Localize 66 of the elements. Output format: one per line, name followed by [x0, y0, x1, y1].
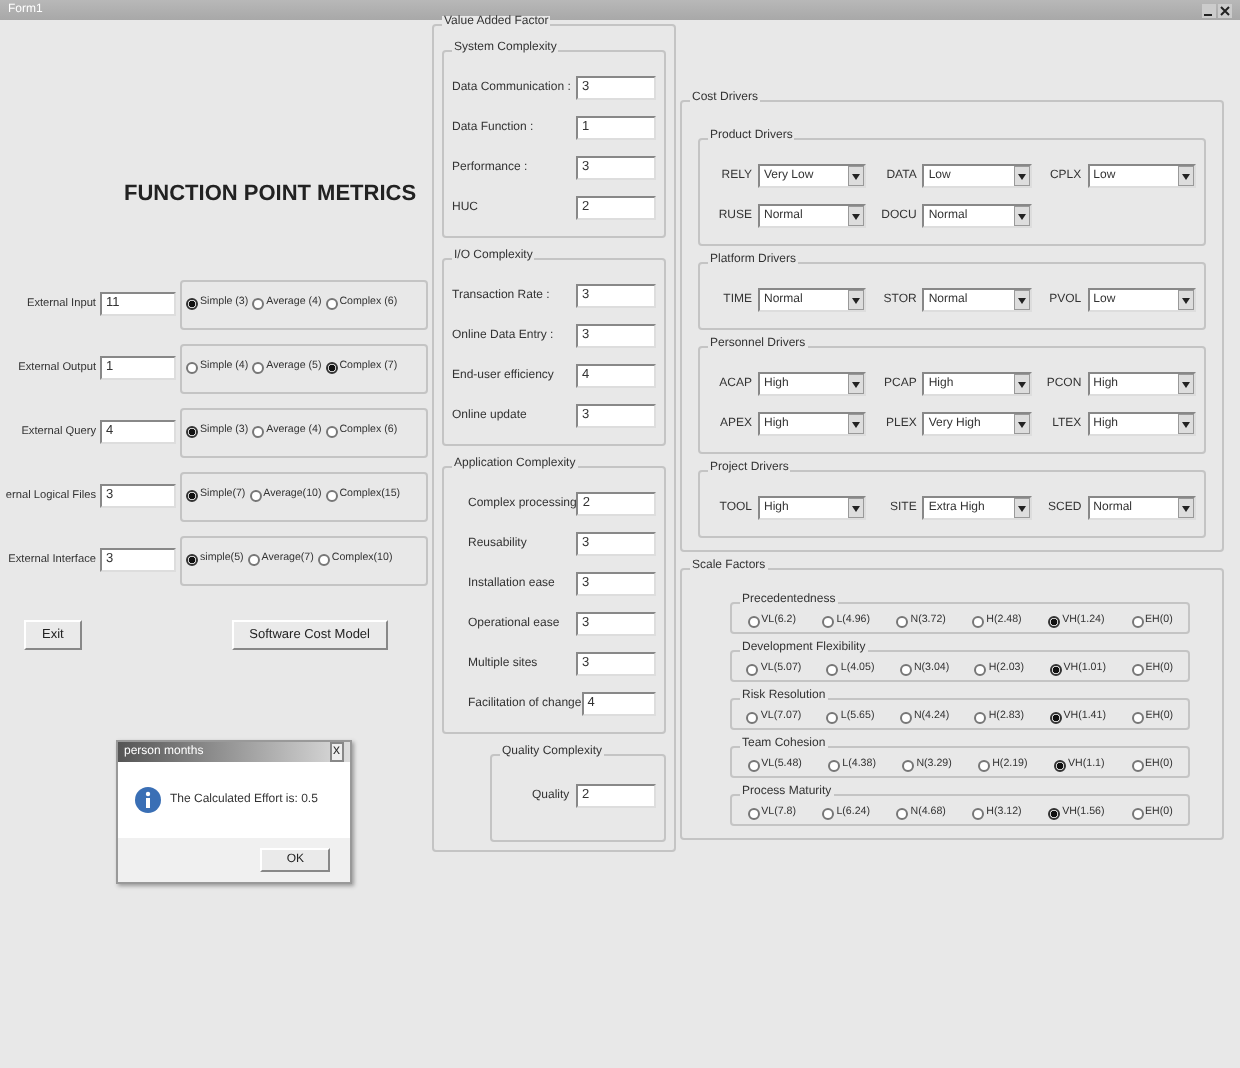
dropdown-arrow-icon[interactable]: [1177, 166, 1194, 186]
radio-icon[interactable]: [249, 490, 262, 503]
radio-icon[interactable]: [899, 664, 912, 676]
radio-icon[interactable]: [186, 298, 198, 311]
radio-icon[interactable]: [1048, 616, 1061, 628]
radio-icon[interactable]: [1131, 760, 1143, 772]
radio-icon[interactable]: [1049, 712, 1062, 724]
close-icon[interactable]: [1218, 3, 1232, 17]
radio-icon[interactable]: [317, 554, 330, 567]
radio-icon[interactable]: [1054, 760, 1067, 772]
dropdown-arrow-icon[interactable]: [848, 498, 865, 518]
radio-icon[interactable]: [896, 616, 909, 628]
minimize-icon[interactable]: [1202, 3, 1216, 17]
radio-icon[interactable]: [252, 298, 265, 311]
radio-icon[interactable]: [746, 712, 759, 724]
dropdown-arrow-icon[interactable]: [1013, 498, 1030, 518]
dropdown-arrow-icon[interactable]: [1177, 290, 1194, 310]
radio-icon[interactable]: [826, 712, 839, 724]
radio-icon[interactable]: [974, 712, 987, 724]
radio-icon[interactable]: [972, 808, 985, 820]
dropdown-arrow-icon[interactable]: [1177, 414, 1194, 434]
radio-icon[interactable]: [1131, 808, 1143, 820]
radio-icon[interactable]: [978, 760, 991, 772]
dropdown-arrow-icon[interactable]: [848, 290, 865, 310]
radio-icon[interactable]: [1131, 664, 1144, 676]
radio-icon[interactable]: [822, 808, 835, 820]
page-heading: FUNCTION POINT METRICS: [124, 180, 417, 209]
radio-icon[interactable]: [186, 554, 198, 567]
radio-icon[interactable]: [896, 808, 909, 820]
dropdown-arrow-icon[interactable]: [848, 374, 865, 394]
dropdown-arrow-icon[interactable]: [1177, 374, 1194, 394]
radio-icon[interactable]: [902, 760, 915, 772]
radio-icon[interactable]: [826, 664, 839, 676]
dropdown-arrow-icon[interactable]: [1177, 498, 1194, 518]
radio-icon[interactable]: [822, 616, 835, 628]
radio-icon[interactable]: [972, 616, 985, 628]
radio-icon[interactable]: [1131, 616, 1143, 628]
radio-icon[interactable]: [325, 298, 338, 311]
dropdown-arrow-icon[interactable]: [848, 414, 865, 434]
dropdown-arrow-icon[interactable]: [848, 166, 865, 186]
radio-icon[interactable]: [325, 490, 338, 503]
radio-icon[interactable]: [899, 712, 912, 724]
radio-icon[interactable]: [186, 362, 198, 375]
dropdown-arrow-icon[interactable]: [1013, 206, 1030, 226]
radio-icon[interactable]: [746, 664, 759, 676]
radio-icon[interactable]: [325, 362, 338, 375]
dropdown-arrow-icon[interactable]: [1013, 374, 1030, 394]
radio-icon[interactable]: [247, 554, 260, 567]
radio-icon[interactable]: [325, 426, 338, 439]
radio-icon[interactable]: [747, 616, 760, 628]
radio-icon[interactable]: [747, 760, 760, 772]
radio-icon[interactable]: [1048, 808, 1061, 820]
radio-icon[interactable]: [252, 426, 265, 439]
dropdown-arrow-icon[interactable]: [1013, 290, 1030, 310]
dropdown-arrow-icon[interactable]: [1013, 166, 1030, 186]
radio-icon[interactable]: [974, 664, 987, 676]
radio-icon[interactable]: [186, 426, 198, 439]
radio-icon[interactable]: [828, 760, 841, 772]
radio-icon[interactable]: [747, 808, 760, 820]
radio-icon[interactable]: [252, 362, 265, 375]
radio-icon[interactable]: [1131, 712, 1144, 724]
radio-icon[interactable]: [186, 490, 198, 503]
radio-icon[interactable]: [1049, 664, 1062, 676]
dropdown-arrow-icon[interactable]: [1013, 414, 1030, 434]
dropdown-arrow-icon[interactable]: [848, 206, 865, 226]
info-icon: [134, 786, 162, 814]
